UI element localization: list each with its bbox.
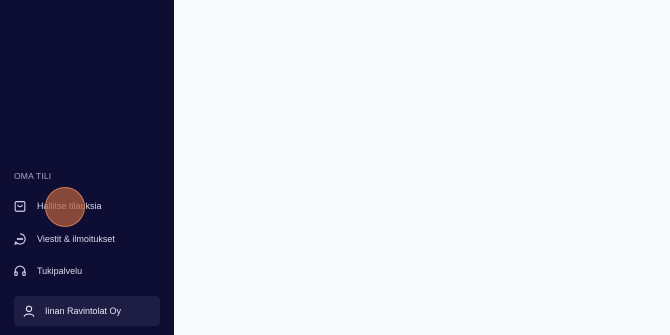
sidebar-item-label: Viestit & ilmoitukset: [37, 234, 115, 244]
shopping-bag-icon: [12, 198, 28, 214]
user-icon: [21, 303, 37, 319]
chat-bubble-icon: [12, 231, 28, 247]
sidebar: OMA TILI Hallitse tilauksia Viestit & il…: [0, 0, 174, 335]
sidebar-item-messages-notifications[interactable]: Viestit & ilmoitukset: [12, 228, 162, 250]
account-switcher[interactable]: Iinan Ravintolat Oy: [14, 296, 160, 326]
main-content: [174, 0, 670, 335]
section-label-my-account: OMA TILI: [14, 171, 52, 181]
sidebar-item-support[interactable]: Tukipalvelu: [12, 260, 162, 282]
headphones-icon: [12, 263, 28, 279]
sidebar-item-label: Hallitse tilauksia: [37, 201, 102, 211]
account-name: Iinan Ravintolat Oy: [45, 306, 122, 316]
sidebar-item-label: Tukipalvelu: [37, 266, 83, 276]
sidebar-item-manage-orders[interactable]: Hallitse tilauksia: [12, 195, 162, 217]
